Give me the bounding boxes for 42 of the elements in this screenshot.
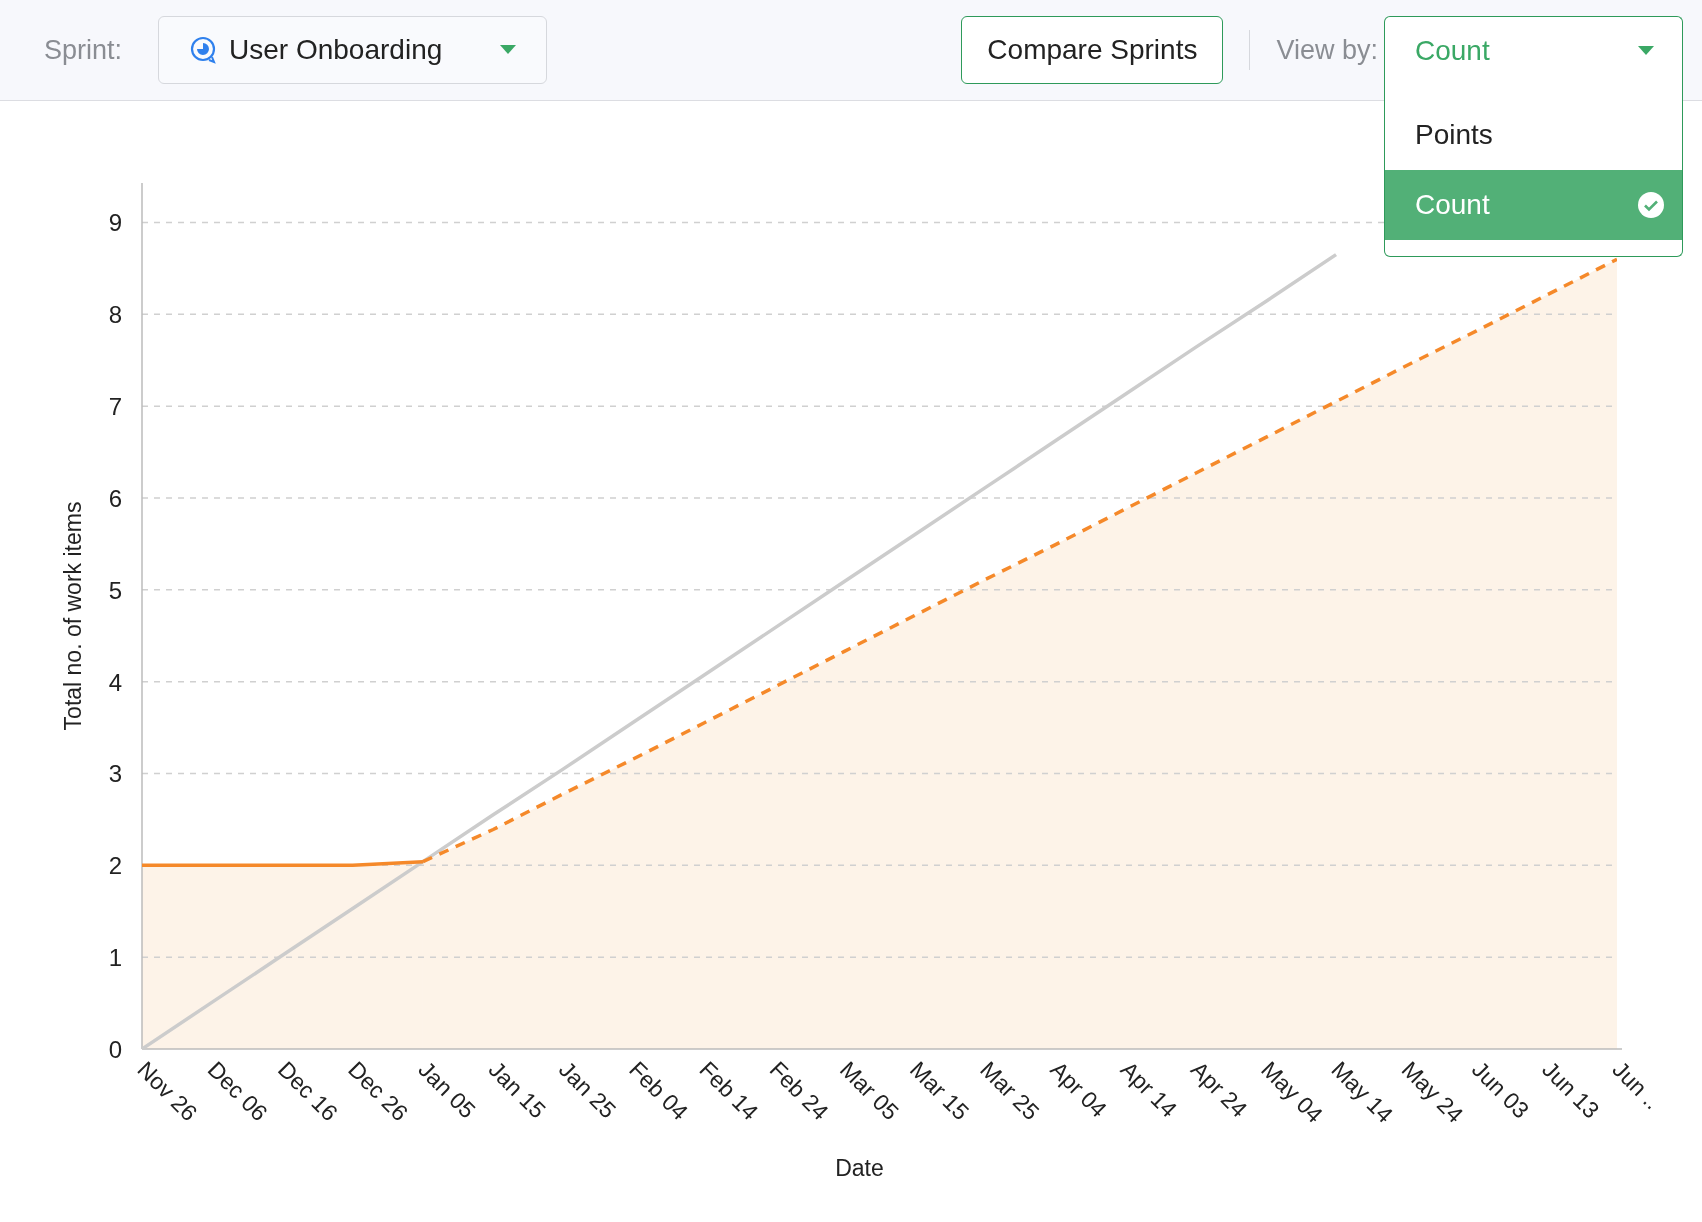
caret-icon	[500, 45, 517, 55]
x-tick-label: Jun ..	[1607, 1056, 1666, 1115]
sprint-icon	[189, 36, 218, 64]
y-tick-label: 0	[108, 1036, 122, 1063]
x-tick-label: Nov 26	[132, 1056, 203, 1127]
view-by-label: View by:	[1276, 34, 1378, 66]
y-axis-title: Total no. of work items	[60, 501, 86, 731]
x-tick-label: Apr 04	[1045, 1056, 1112, 1123]
x-tick-label: Dec 06	[202, 1056, 273, 1127]
x-tick-label: Apr 24	[1186, 1056, 1253, 1123]
y-tick-label: 7	[108, 393, 122, 421]
x-tick-label: Mar 15	[905, 1056, 975, 1126]
caret-icon	[1638, 45, 1654, 56]
x-tick-label: Dec 26	[343, 1056, 414, 1127]
x-tick-label: Apr 14	[1115, 1056, 1183, 1123]
sprint-label: Sprint:	[44, 34, 123, 66]
x-tick-label: Jan 05	[413, 1056, 481, 1124]
y-tick-label: 5	[108, 576, 122, 604]
x-tick-label: Feb 14	[694, 1056, 764, 1126]
x-tick-label: Dec 16	[272, 1056, 343, 1127]
sprint-select[interactable]: User Onboarding	[158, 16, 548, 84]
x-tick-label: Mar 05	[834, 1056, 904, 1126]
x-tick-label: Jan 25	[553, 1056, 622, 1124]
x-axis-title: Date	[835, 1155, 884, 1181]
y-tick-label: 6	[108, 485, 122, 512]
y-tick-label: 1	[108, 944, 122, 972]
x-tick-label: Feb 04	[624, 1056, 694, 1126]
x-tick-label: Jan 15	[483, 1056, 551, 1124]
x-tick-label: May 14	[1326, 1056, 1399, 1128]
check-circle-icon	[1638, 192, 1664, 218]
y-tick-label: 4	[108, 668, 122, 696]
x-tick-label: Feb 24	[764, 1056, 834, 1126]
x-tick-label: May 04	[1256, 1056, 1328, 1128]
x-tick-label: Jun 13	[1537, 1056, 1605, 1124]
x-tick-label: May 24	[1396, 1056, 1469, 1128]
y-tick-label: 2	[108, 852, 122, 880]
x-tick-label: Jun 03	[1467, 1056, 1535, 1124]
y-tick-label: 8	[108, 301, 122, 329]
y-tick-label: 9	[108, 209, 122, 237]
x-tick-label: Mar 25	[975, 1056, 1045, 1126]
y-tick-label: 3	[108, 760, 122, 788]
compare-sprints-button[interactable]: Compare Sprints	[961, 16, 1224, 84]
